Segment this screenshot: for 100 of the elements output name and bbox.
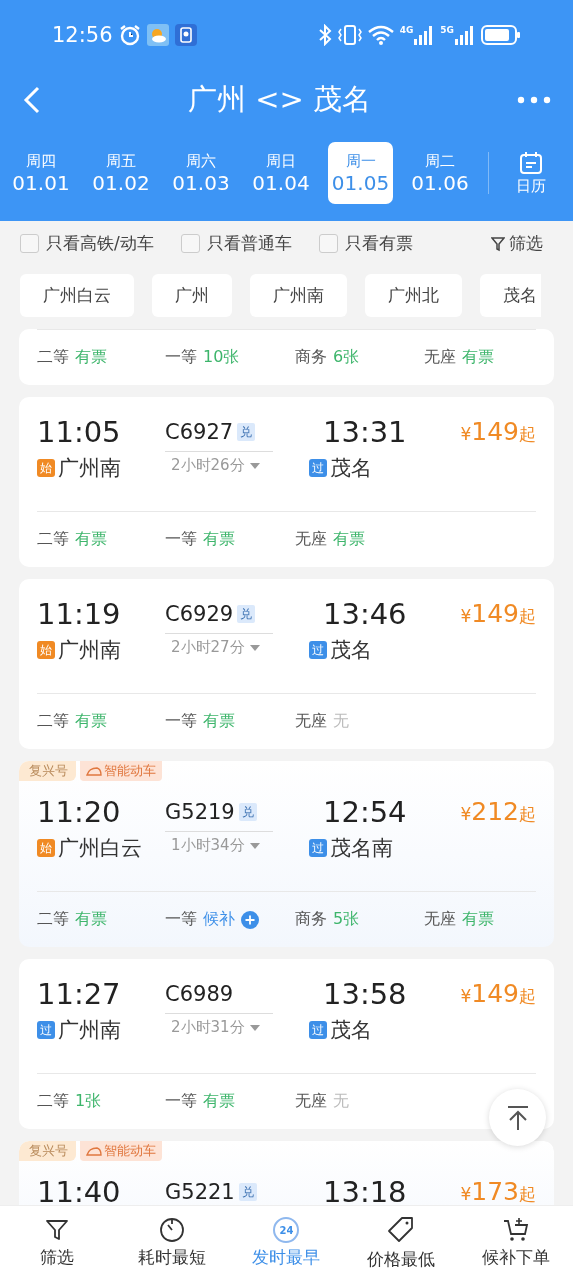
departure-station: 广州南 bbox=[58, 1017, 121, 1044]
station-badge: 过 bbox=[309, 641, 327, 659]
scroll-top-icon bbox=[505, 1104, 530, 1131]
price: ¥212起 bbox=[460, 797, 536, 826]
cart-icon bbox=[501, 1217, 530, 1243]
checkbox-label: 只看高铁/动车 bbox=[46, 232, 154, 255]
checkbox[interactable] bbox=[20, 234, 39, 253]
train-number: G5221 bbox=[165, 1179, 235, 1205]
train-card[interactable]: 复兴号 智能动车 11:40 G5221 兑 13:18 ¥173起 bbox=[19, 1141, 554, 1205]
arrival-station: 茂名南 bbox=[330, 835, 393, 862]
departure-station: 广州白云 bbox=[58, 835, 142, 862]
seat-availability: 有票 bbox=[203, 711, 235, 732]
page-title: 广州 <> 茂名 bbox=[186, 81, 372, 118]
caret-icon bbox=[248, 841, 261, 850]
seat-availability: 1张 bbox=[75, 1091, 102, 1112]
seat-availability: 有票 bbox=[462, 909, 494, 930]
station-badge: 过 bbox=[309, 459, 327, 477]
arrival-time: 13:58 bbox=[323, 977, 408, 1011]
clock-icon: 24 bbox=[273, 1217, 300, 1243]
seat-class: 二等 bbox=[37, 711, 69, 732]
checkbox[interactable] bbox=[318, 234, 338, 253]
back-icon[interactable] bbox=[22, 86, 42, 114]
departure-time: 11:27 bbox=[37, 977, 122, 1011]
sort-tab[interactable]: 耗时最短 bbox=[114, 1206, 230, 1280]
seat-class: 无座 bbox=[295, 711, 327, 732]
station-chip[interactable]: 茂名 bbox=[480, 274, 541, 317]
station-chip[interactable]: 广州白云 bbox=[20, 274, 134, 317]
wifi-icon bbox=[367, 24, 394, 46]
calendar-icon bbox=[519, 150, 543, 175]
seat-class: 二等 bbox=[37, 1091, 69, 1112]
seat-class: 一等 bbox=[165, 347, 197, 368]
network-label: 5G bbox=[440, 25, 454, 35]
seat-class: 无座 bbox=[295, 529, 327, 550]
seat-class: 二等 bbox=[37, 347, 69, 368]
station-badge: 始 bbox=[37, 459, 55, 477]
seat-availability: 无 bbox=[333, 711, 349, 732]
seat-class: 无座 bbox=[295, 1091, 327, 1112]
station-chip[interactable]: 广州北 bbox=[365, 274, 462, 317]
filter-checkbox[interactable]: 只看普通车 bbox=[180, 232, 292, 255]
train-number: C6929 bbox=[165, 601, 234, 628]
seat-availability: 候补 bbox=[203, 909, 235, 930]
station-chip[interactable]: 广州南 bbox=[250, 274, 347, 317]
arrival-time: 13:46 bbox=[323, 597, 408, 631]
sort-tab[interactable]: 候补下单 bbox=[458, 1206, 573, 1280]
seat-class: 一等 bbox=[165, 529, 197, 550]
filter-icon bbox=[491, 235, 505, 252]
price: ¥149起 bbox=[460, 417, 536, 446]
seat-availability: 有票 bbox=[203, 529, 235, 550]
redeem-badge: 兑 bbox=[237, 423, 256, 441]
vibrate-icon bbox=[337, 24, 362, 46]
station-badge: 始 bbox=[37, 839, 55, 857]
weather-icon bbox=[146, 24, 169, 46]
filter-icon bbox=[44, 1217, 71, 1243]
caret-icon bbox=[248, 1023, 261, 1032]
train-tag: 智能动车 bbox=[80, 761, 162, 781]
train-number: C6989 bbox=[165, 981, 234, 1008]
timer-icon bbox=[158, 1217, 185, 1243]
station-chip[interactable]: 广州 bbox=[152, 274, 232, 317]
seat-class: 无座 bbox=[424, 347, 456, 368]
arrival-station: 茂名 bbox=[330, 455, 372, 482]
station-badge: 过 bbox=[37, 1021, 55, 1039]
price: ¥149起 bbox=[460, 599, 536, 628]
arrival-station: 茂名 bbox=[330, 1017, 372, 1044]
seat-availability: 有票 bbox=[75, 909, 107, 930]
sort-tab[interactable]: 价格最低 bbox=[343, 1206, 459, 1280]
train-card[interactable]: 二等 有票 一等 10张 商务 6张 无座 有票 bbox=[19, 329, 554, 385]
train-icon bbox=[86, 1146, 102, 1156]
signal-icon bbox=[414, 25, 435, 45]
alarm-icon bbox=[118, 24, 141, 46]
redeem-badge: 兑 bbox=[238, 803, 257, 821]
seat-availability: 6张 bbox=[333, 347, 360, 368]
arrival-time: 13:31 bbox=[323, 415, 408, 449]
train-tag: 智能动车 bbox=[80, 1141, 162, 1161]
train-card[interactable]: 11:19 始 广州南 C6929 兑 2小时27分 13:46 过 茂名 ¥149起 二等 有票 一等 有票 无座 无 bbox=[19, 579, 554, 749]
train-card[interactable]: 复兴号 智能动车 11:20 始 广州白云 G5219 兑 1小时34分 12:54 过 茂名南 ¥212起 二等 有票 一等 候补 商务 5张 无座 有票 bbox=[19, 761, 554, 947]
seat-class: 二等 bbox=[37, 529, 69, 550]
train-number: G5219 bbox=[165, 799, 235, 826]
plus-icon[interactable] bbox=[241, 910, 259, 929]
station-badge: 过 bbox=[309, 1021, 327, 1039]
departure-station: 广州南 bbox=[58, 455, 121, 482]
seat-class: 无座 bbox=[424, 909, 456, 930]
checkbox-label: 只看普通车 bbox=[206, 232, 292, 255]
train-card[interactable]: 11:05 始 广州南 C6927 兑 2小时26分 13:31 过 茂名 ¥149起 二等 有票 一等 有票 无座 有票 bbox=[19, 397, 554, 567]
filter-button[interactable]: 筛选 bbox=[491, 232, 543, 255]
seat-availability: 有票 bbox=[75, 529, 107, 550]
checkbox-label: 只看有票 bbox=[344, 232, 413, 255]
train-tag: 复兴号 bbox=[19, 1141, 76, 1161]
train-tag: 复兴号 bbox=[19, 761, 76, 781]
train-card[interactable]: 11:27 过 广州南 C6989 2小时31分 13:58 过 茂名 ¥149起 二等 1张 一等 有票 无座 无 bbox=[19, 959, 554, 1129]
checkbox[interactable] bbox=[180, 234, 200, 253]
seat-availability: 有票 bbox=[75, 711, 107, 732]
seat-class: 一等 bbox=[165, 711, 197, 732]
filter-checkbox[interactable]: 只看有票 bbox=[318, 232, 413, 255]
sort-tab[interactable]: 筛选 bbox=[0, 1206, 115, 1280]
filter-checkbox[interactable]: 只看高铁/动车 bbox=[20, 232, 154, 255]
price: ¥149起 bbox=[460, 979, 536, 1008]
network-label: 4G bbox=[399, 25, 414, 35]
seat-availability: 10张 bbox=[203, 347, 240, 368]
date-tab[interactable]: 周一 01.05 bbox=[328, 142, 393, 204]
more-icon[interactable] bbox=[517, 96, 551, 104]
